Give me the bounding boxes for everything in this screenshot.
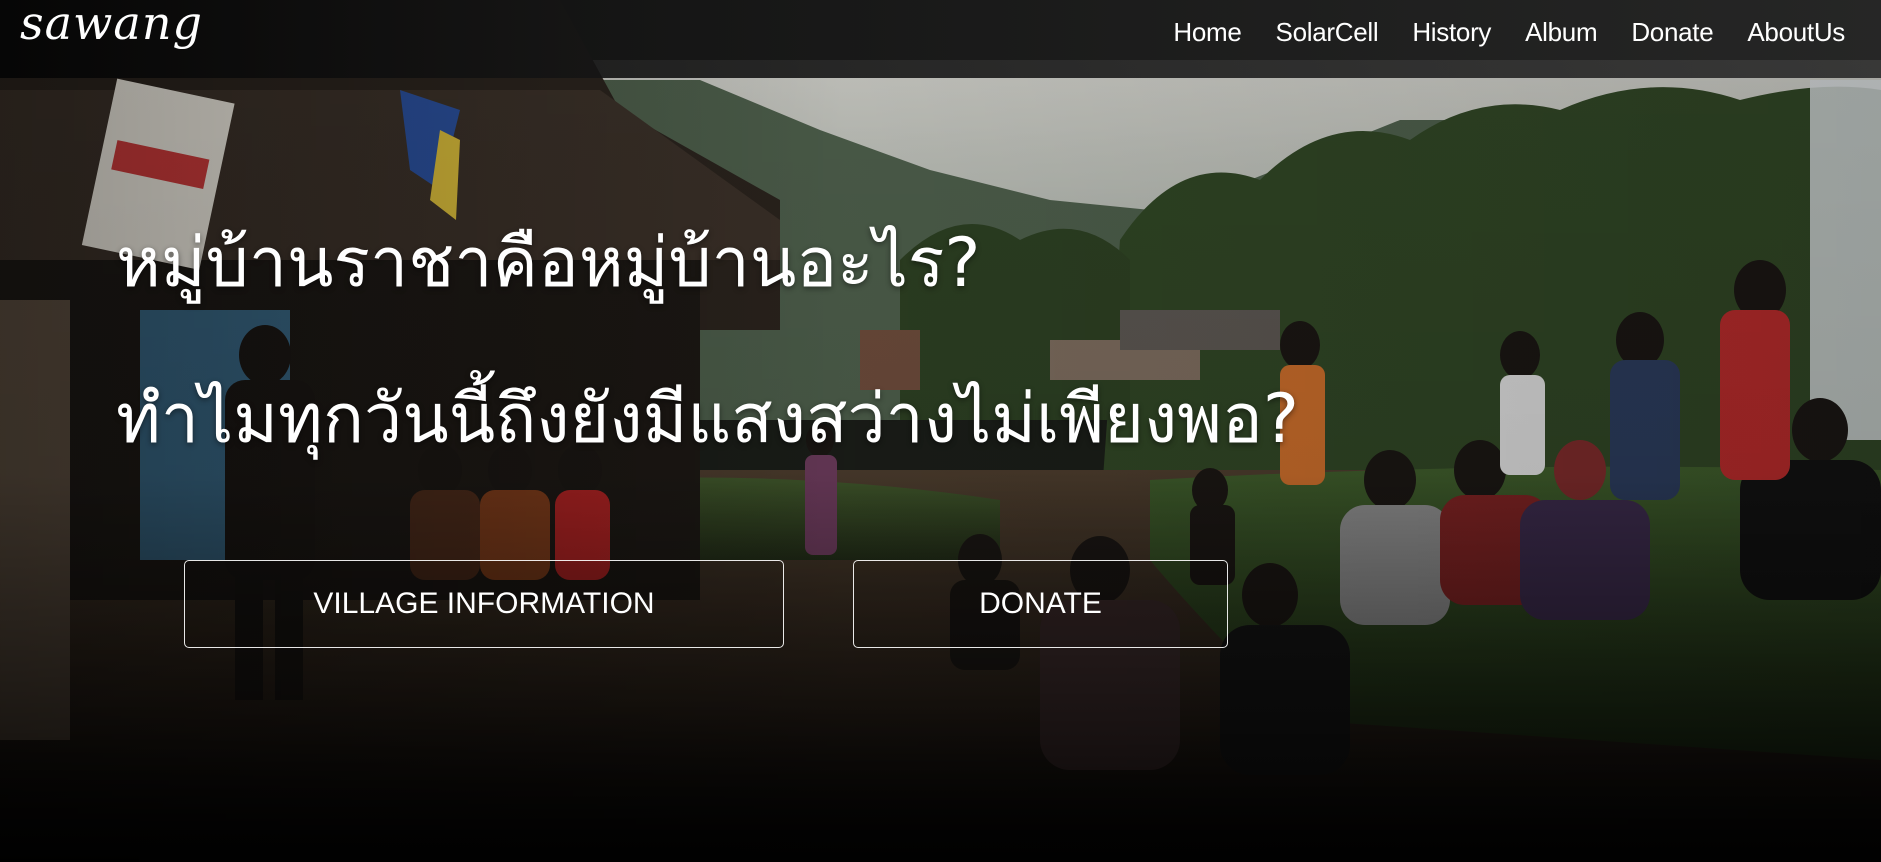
headline-question-1: หมู่บ้านราชาคือหมู่บ้านอะไร? [116, 224, 981, 303]
main-nav: Home SolarCell History Album Donate Abou… [1173, 0, 1845, 64]
village-information-button[interactable]: VILLAGE INFORMATION [184, 560, 784, 648]
nav-link-home[interactable]: Home [1173, 17, 1241, 47]
nav-item-solarcell: SolarCell [1276, 17, 1379, 48]
nav-link-album[interactable]: Album [1525, 17, 1598, 47]
navbar: sawang Home SolarCell History Album Dona… [0, 0, 1881, 78]
nav-item-album: Album [1525, 17, 1598, 48]
nav-link-aboutus[interactable]: AboutUs [1747, 17, 1845, 47]
hero-headline: หมู่บ้านราชาคือหมู่บ้านอะไร? ทำไมทุกวันน… [116, 222, 1299, 462]
brand-logo[interactable]: sawang [20, 0, 203, 50]
nav-item-history: History [1412, 17, 1491, 48]
nav-link-donate[interactable]: Donate [1631, 17, 1713, 47]
nav-item-aboutus: AboutUs [1747, 17, 1845, 48]
nav-item-donate: Donate [1631, 17, 1713, 48]
nav-link-history[interactable]: History [1412, 17, 1491, 47]
donate-button[interactable]: DONATE [853, 560, 1228, 648]
hero-section: sawang Home SolarCell History Album Dona… [0, 0, 1881, 862]
nav-item-home: Home [1173, 17, 1241, 48]
nav-link-solarcell[interactable]: SolarCell [1276, 17, 1379, 47]
headline-question-2: ทำไมทุกวันนี้ถึงยังมีแสงสว่างไม่เพียงพอ? [116, 380, 1299, 459]
